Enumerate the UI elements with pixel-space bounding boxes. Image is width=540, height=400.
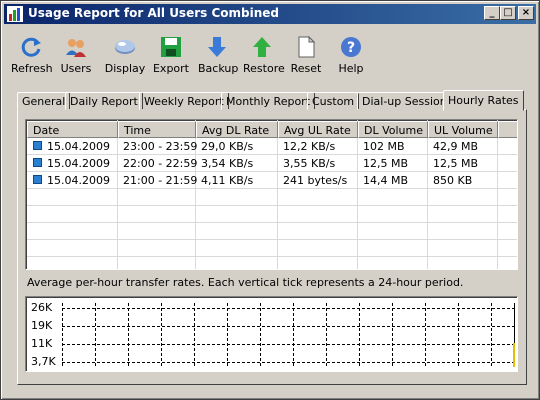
svg-text:?: ? bbox=[347, 40, 355, 56]
cell-avg-ul-rate: 12,2 KB/s bbox=[283, 140, 336, 153]
export-button[interactable]: Export bbox=[152, 35, 190, 77]
empty-row bbox=[27, 240, 517, 257]
title-bar[interactable]: Usage Report for All Users Combined _ □ … bbox=[4, 4, 536, 24]
tab-strip: General Daily Report Weekly Report Month… bbox=[17, 90, 527, 111]
column-header-time[interactable]: Time bbox=[118, 121, 196, 138]
toolbar: Refresh Users Display Export Backup Rest… bbox=[11, 35, 371, 77]
display-icon bbox=[115, 40, 135, 54]
cell-avg-dl-rate: 3,54 KB/s bbox=[201, 157, 254, 170]
graph-rate-bar bbox=[513, 343, 515, 367]
help-button[interactable]: ? Help bbox=[337, 35, 365, 77]
record-icon bbox=[33, 141, 42, 150]
tab-daily-report[interactable]: Daily Report bbox=[65, 92, 143, 110]
window-title: Usage Report for All Users Combined bbox=[28, 6, 279, 20]
display-button[interactable]: Display bbox=[103, 35, 147, 77]
main-window: Usage Report for All Users Combined _ □ … bbox=[0, 0, 540, 400]
empty-row bbox=[27, 189, 517, 206]
reset-page-icon bbox=[298, 35, 316, 58]
table-header: Date Time Avg DL Rate Avg UL Rate DL Vol… bbox=[27, 121, 517, 138]
empty-row bbox=[27, 223, 517, 240]
export-icon bbox=[161, 37, 181, 57]
cell-time: 23:00 - 23:59 bbox=[123, 140, 198, 153]
cell-avg-ul-rate: 3,55 KB/s bbox=[283, 157, 336, 170]
graph-grid bbox=[62, 303, 515, 367]
hourly-rates-table[interactable]: Date Time Avg DL Rate Avg UL Rate DL Vol… bbox=[25, 119, 518, 270]
cell-ul-volume: 850 KB bbox=[433, 174, 473, 187]
app-bar-chart-icon bbox=[7, 6, 23, 22]
tab-custom[interactable]: Custom bbox=[307, 92, 360, 110]
column-header-avg-ul-rate[interactable]: Avg UL Rate bbox=[278, 121, 358, 138]
cell-date: 15.04.2009 bbox=[47, 140, 110, 153]
column-header-filler bbox=[498, 121, 517, 138]
tab-general[interactable]: General bbox=[17, 92, 71, 110]
cell-time: 22:00 - 22:59 bbox=[123, 157, 198, 170]
reset-button[interactable]: Reset bbox=[289, 35, 323, 77]
help-icon: ? bbox=[341, 37, 361, 57]
cell-avg-ul-rate: 241 bytes/s bbox=[283, 174, 348, 187]
maximize-button[interactable]: □ bbox=[500, 6, 516, 20]
users-icon bbox=[66, 39, 86, 57]
backup-button[interactable]: Backup bbox=[198, 35, 238, 77]
table-row[interactable]: 15.04.2009 21:00 - 21:59 4,11 KB/s 241 b… bbox=[27, 172, 517, 189]
tab-monthly-report[interactable]: Monthly Report bbox=[221, 92, 316, 110]
cell-ul-volume: 42,9 MB bbox=[433, 140, 479, 153]
backup-icon bbox=[208, 37, 226, 57]
cell-dl-volume: 14,4 MB bbox=[363, 174, 409, 187]
record-icon bbox=[33, 158, 42, 167]
column-header-date[interactable]: Date bbox=[27, 121, 118, 138]
cell-date: 15.04.2009 bbox=[47, 157, 110, 170]
cell-time: 21:00 - 21:59 bbox=[123, 174, 198, 187]
table-row[interactable]: 15.04.2009 22:00 - 22:59 3,54 KB/s 3,55 … bbox=[27, 155, 517, 172]
restore-button[interactable]: Restore bbox=[243, 35, 285, 77]
minimize-button[interactable]: _ bbox=[484, 6, 500, 20]
refresh-button[interactable]: Refresh bbox=[11, 35, 53, 77]
refresh-icon bbox=[21, 37, 41, 57]
cell-dl-volume: 12,5 MB bbox=[363, 157, 409, 170]
hourly-rates-graph: 26K 19K 11K 3,7K bbox=[25, 296, 518, 372]
cell-avg-dl-rate: 4,11 KB/s bbox=[201, 174, 254, 187]
close-button[interactable]: × bbox=[518, 6, 534, 20]
table-row[interactable]: 15.04.2009 23:00 - 23:59 29,0 KB/s 12,2 … bbox=[27, 138, 517, 155]
column-header-avg-dl-rate[interactable]: Avg DL Rate bbox=[196, 121, 278, 138]
empty-row bbox=[27, 206, 517, 223]
tab-hourly-rates[interactable]: Hourly Rates bbox=[443, 90, 524, 111]
users-button[interactable]: Users bbox=[58, 35, 94, 77]
empty-row bbox=[27, 257, 517, 269]
cell-date: 15.04.2009 bbox=[47, 174, 110, 187]
column-header-ul-volume[interactable]: UL Volume bbox=[428, 121, 498, 138]
record-icon bbox=[33, 175, 42, 184]
column-header-dl-volume[interactable]: DL Volume bbox=[358, 121, 428, 138]
tab-weekly-report[interactable]: Weekly Report bbox=[139, 92, 229, 110]
graph-caption: Average per-hour transfer rates. Each ve… bbox=[27, 276, 464, 289]
cell-dl-volume: 102 MB bbox=[363, 140, 405, 153]
cell-ul-volume: 12,5 MB bbox=[433, 157, 479, 170]
restore-icon bbox=[253, 37, 271, 57]
cell-avg-dl-rate: 29,0 KB/s bbox=[201, 140, 254, 153]
